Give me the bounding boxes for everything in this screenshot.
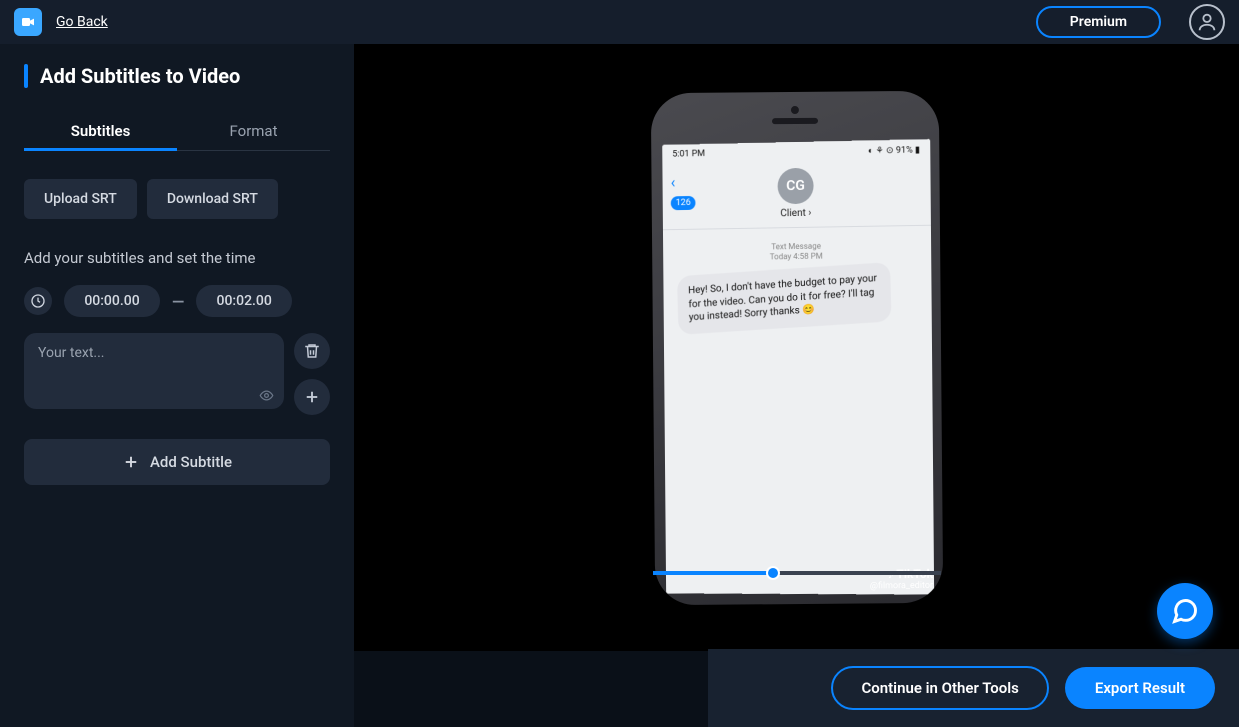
- download-srt-button[interactable]: Download SRT: [147, 179, 278, 219]
- time-start-input[interactable]: [64, 285, 160, 317]
- page-title: Add Subtitles to Video: [40, 64, 240, 88]
- add-subtitle-button[interactable]: Add Subtitle: [24, 439, 330, 485]
- help-fab-button[interactable]: [1157, 583, 1213, 639]
- chat-back-icon: ‹: [670, 172, 675, 191]
- subtitle-text-input[interactable]: [24, 333, 284, 409]
- seek-fill: [653, 571, 774, 575]
- go-back-link[interactable]: Go Back: [56, 14, 108, 30]
- tab-format[interactable]: Format: [177, 112, 330, 150]
- user-avatar-button[interactable]: [1189, 4, 1225, 40]
- plus-icon: [122, 453, 140, 471]
- time-range-row: —: [24, 285, 330, 317]
- tiktok-watermark: ♪ TikTok @filmora_editor: [869, 566, 932, 591]
- seek-thumb[interactable]: [766, 566, 780, 580]
- upload-srt-button[interactable]: Upload SRT: [24, 179, 137, 219]
- add-subtitle-label: Add Subtitle: [150, 453, 232, 471]
- clock-icon: [24, 287, 52, 315]
- time-end-input[interactable]: [196, 285, 292, 317]
- title-accent-bar: [24, 64, 28, 88]
- phone-screen: 5:01 PM ◐ ⚘ ⊙ 91% ▮ ‹ 126 CG Client › Te…: [662, 139, 934, 595]
- time-dash: —: [172, 292, 184, 311]
- chat-bubble: Hey! So, I don't have the budget to pay …: [677, 261, 892, 333]
- video-seekbar[interactable]: [354, 571, 1239, 575]
- continue-button[interactable]: Continue in Other Tools: [831, 666, 1048, 710]
- status-time: 5:01 PM: [672, 148, 705, 159]
- phone-frame: 5:01 PM ◐ ⚘ ⊙ 91% ▮ ‹ 126 CG Client › Te…: [650, 90, 942, 604]
- chat-unread-badge: 126: [670, 195, 695, 209]
- export-button[interactable]: Export Result: [1065, 667, 1215, 709]
- delete-subtitle-button[interactable]: [294, 333, 330, 369]
- premium-button[interactable]: Premium: [1036, 6, 1161, 38]
- add-entry-button[interactable]: [294, 379, 330, 415]
- video-stage: 5:01 PM ◐ ⚘ ⊙ 91% ▮ ‹ 126 CG Client › Te…: [354, 44, 1239, 651]
- app-logo-icon: [14, 8, 42, 36]
- top-bar: Go Back Premium: [0, 0, 1239, 44]
- video-preview-area: 5:01 PM ◐ ⚘ ⊙ 91% ▮ ‹ 126 CG Client › Te…: [354, 44, 1239, 727]
- bottom-bar: Continue in Other Tools Export Result: [708, 649, 1239, 727]
- chat-avatar: CG: [777, 167, 813, 204]
- tab-subtitles[interactable]: Subtitles: [24, 112, 177, 150]
- status-icons: ◐ ⚘ ⊙ 91% ▮: [867, 143, 919, 155]
- chat-contact-name: Client ›: [663, 205, 931, 221]
- instruction-text: Add your subtitles and set the time: [24, 249, 330, 267]
- sidebar-tabs: Subtitles Format: [24, 112, 330, 151]
- subtitle-sidebar: Add Subtitles to Video Subtitles Format …: [0, 44, 354, 727]
